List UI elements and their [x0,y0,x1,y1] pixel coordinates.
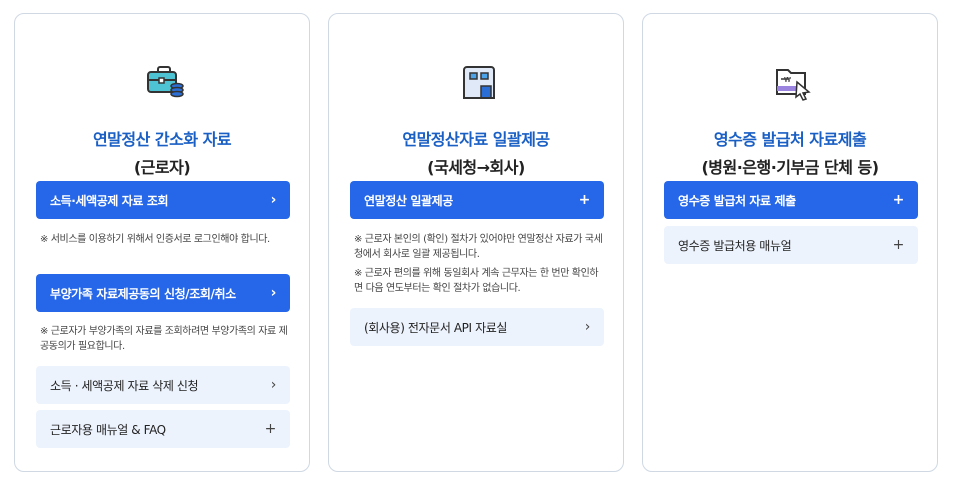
card-title: 영수증 발급처 자료제출 [713,130,867,149]
deduction-data-delete-button[interactable]: 소득 · 세액공제 자료 삭제 신청 › [36,366,290,404]
continuous-worker-note: ※ 근로자 편의를 위해 동일회사 계속 근무자는 한 번만 확인하면 다음 연… [354,268,599,294]
card-year-end-simplified: 연말정산 간소화 자료 (근로자) 소득·세액공제 자료 조회 › ※ 서비스를… [14,13,310,472]
receipt-issuer-manual-button[interactable]: 영수증 발급처용 매뉴얼 + [664,226,918,264]
button-label: 근로자용 매뉴얼 & FAQ [50,422,166,437]
receipt-issuer-submit-button[interactable]: 영수증 발급처 자료 제출 + [664,181,918,219]
card-subtitle: (병원·은행·기부금 단체 등) [701,158,879,177]
chevron-right-icon: › [270,192,277,208]
button-label: (회사용) 전자문서 API 자료실 [364,320,507,335]
button-label: 영수증 발급처용 매뉴얼 [678,238,792,253]
button-label: 소득·세액공제 자료 조회 [50,193,169,208]
company-api-library-button[interactable]: (회사용) 전자문서 API 자료실 › [350,308,604,346]
button-label: 부양가족 자료제공동의 신청/조회/취소 [50,286,236,301]
card-subtitle: (국세청→회사) [427,158,525,177]
button-label: 연말정산 일괄제공 [364,193,453,208]
chevron-right-icon: › [270,285,277,301]
confirmation-note: ※ 근로자 본인의 (확인) 절차가 있어야만 연말정산 자료가 국세청에서 회… [354,234,603,260]
button-label: 소득 · 세액공제 자료 삭제 신청 [50,378,199,393]
briefcase-coins-icon [147,66,184,98]
worker-manual-faq-button[interactable]: 근로자용 매뉴얼 & FAQ + [36,410,290,448]
card-receipt-issuer-submission: ₩ 영수증 발급처 자료제출 (병원·은행·기부금 단체 등) 영수증 발급처 … [642,13,938,472]
chevron-right-icon: › [270,377,277,393]
plus-icon: + [578,192,591,208]
login-note: ※ 서비스를 이용하기 위해서 인증서로 로그인해야 합니다. [40,234,270,245]
button-label: 영수증 발급처 자료 제출 [678,193,796,208]
card-title: 연말정산 간소화 자료 [92,130,232,149]
card-subtitle: (근로자) [133,158,191,177]
svg-text:₩: ₩ [784,76,791,84]
income-tax-deduction-lookup-button[interactable]: 소득·세액공제 자료 조회 › [36,181,290,219]
plus-icon: + [264,421,277,437]
building-icon [463,66,495,99]
card-bulk-provision: 연말정산자료 일괄제공 (국세청→회사) 연말정산 일괄제공 + ※ 근로자 본… [328,13,624,472]
receipt-folder-cursor-icon: ₩ [776,69,811,101]
chevron-right-icon: › [584,319,591,335]
card-title: 연말정산자료 일괄제공 [402,130,550,149]
year-end-bulk-provision-button[interactable]: 연말정산 일괄제공 + [350,181,604,219]
plus-icon: + [892,192,905,208]
dependent-note: ※ 근로자가 부양가족의 자료를 조회하려면 부양가족의 자료 제공동의가 필요… [40,326,288,352]
dependent-consent-button[interactable]: 부양가족 자료제공동의 신청/조회/취소 › [36,274,290,312]
plus-icon: + [892,237,905,253]
